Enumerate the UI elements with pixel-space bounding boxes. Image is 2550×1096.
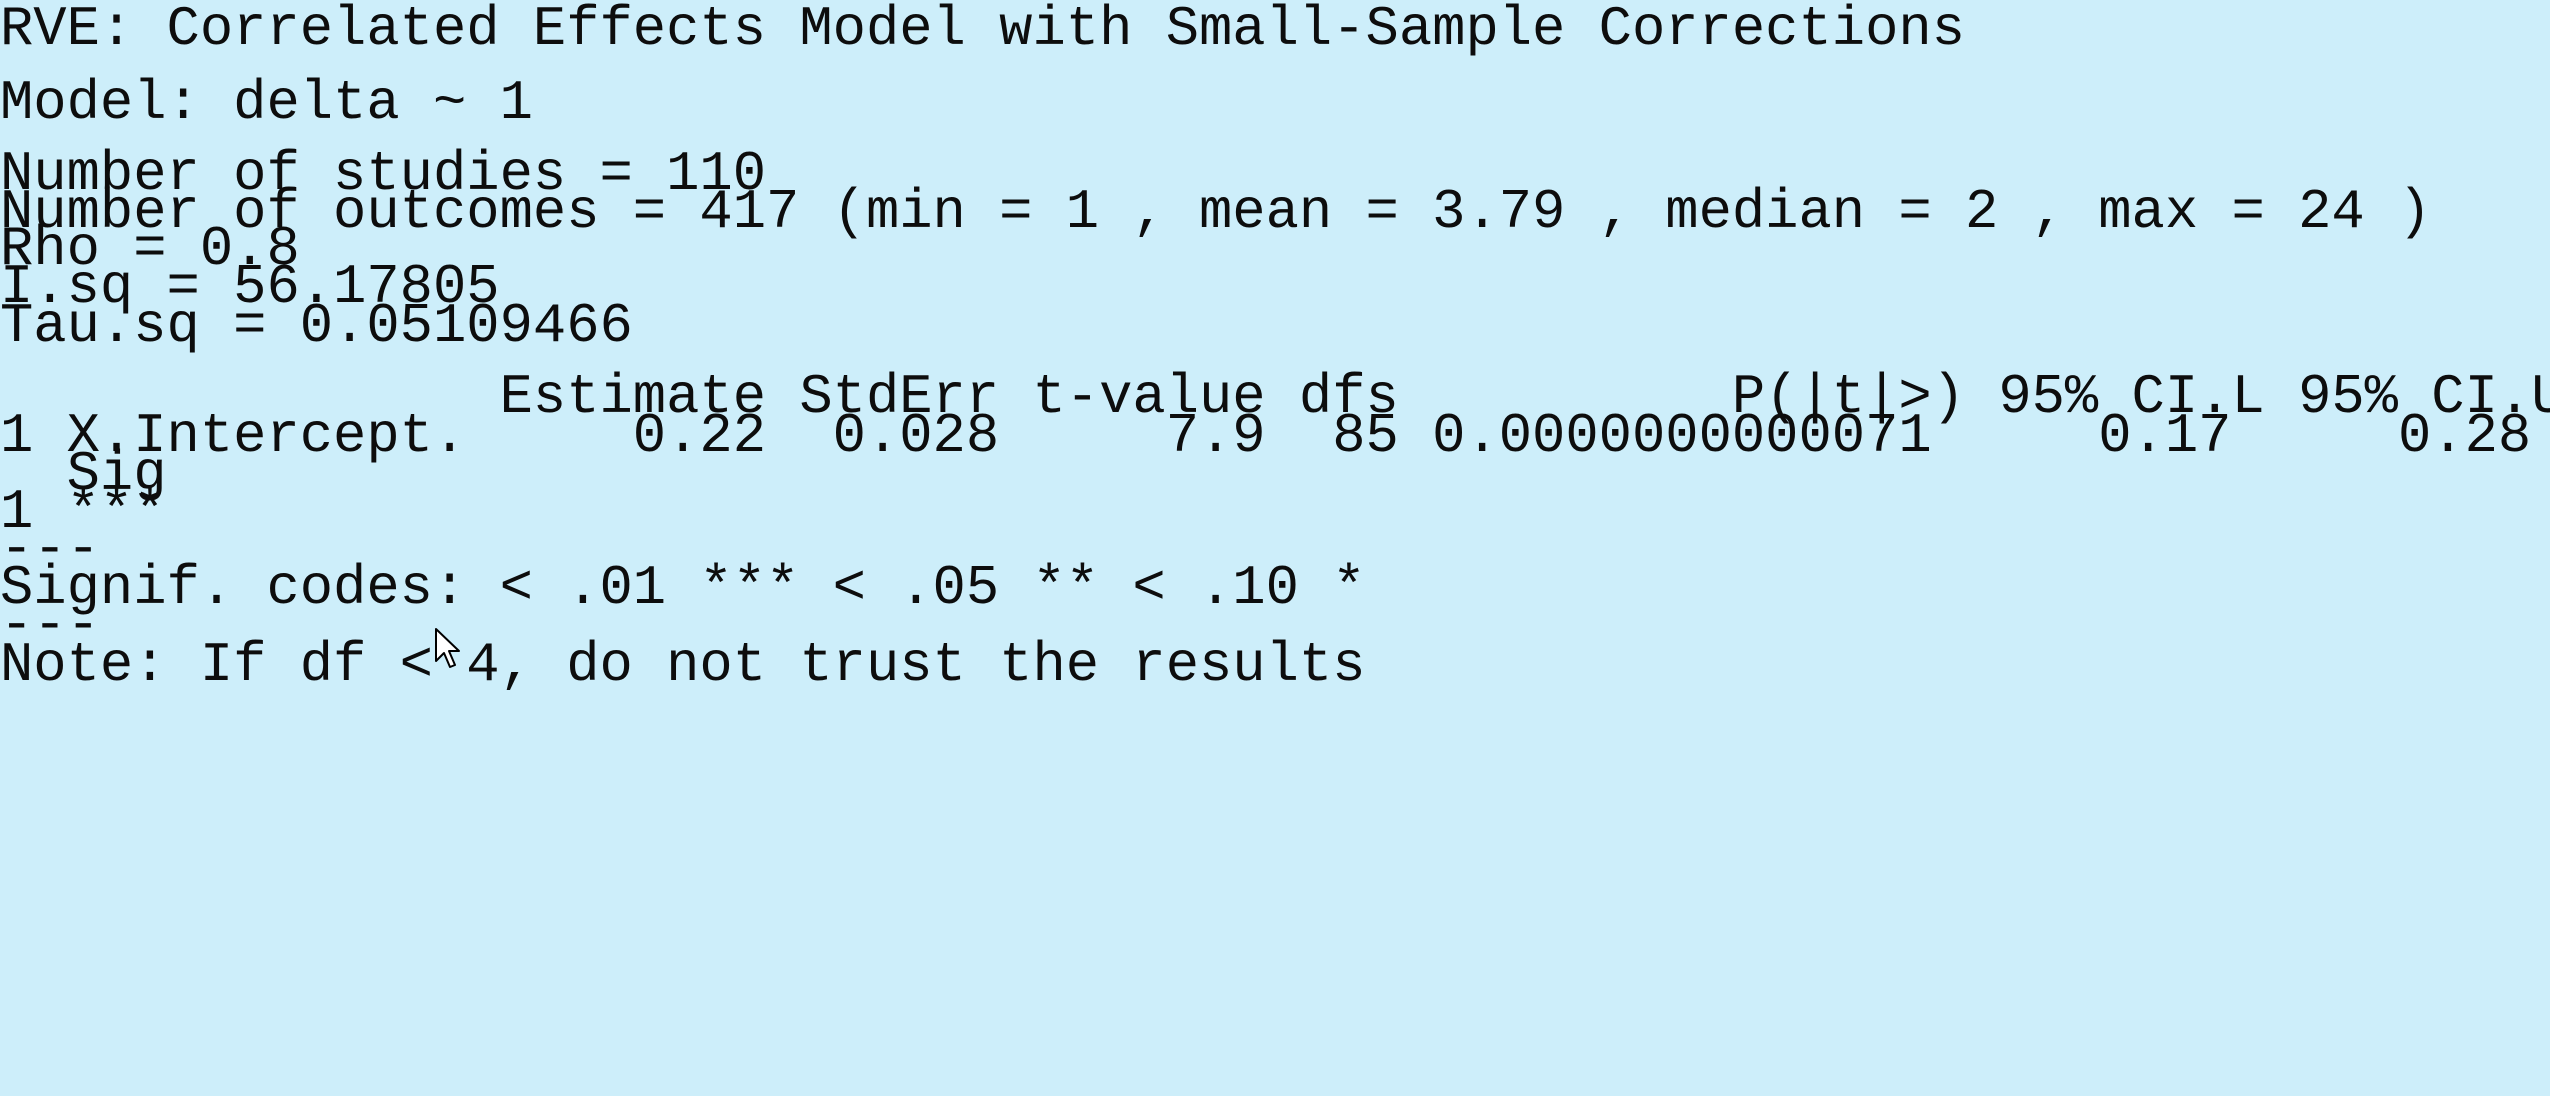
mouse-pointer-arrow-icon	[435, 628, 460, 668]
signif-codes-legend: Signif. codes: < .01 *** < .05 ** < .10 …	[0, 557, 1366, 620]
output-tausq: Tau.sq = 0.05109466	[0, 295, 633, 358]
output-model: Model: delta ~ 1	[0, 72, 533, 135]
note-line: Note: If df < 4, do not trust the result…	[0, 634, 1366, 697]
results-table-row: 1 X.Intercept. 0.22 0.028 7.9 85 0.00000…	[0, 405, 2532, 468]
output-title: RVE: Correlated Effects Model with Small…	[0, 0, 1966, 61]
r-console-output: RVE: Correlated Effects Model with Small…	[0, 0, 2550, 1096]
output-number-of-outcomes: Number of outcomes = 417 (min = 1 , mean…	[0, 181, 2432, 244]
